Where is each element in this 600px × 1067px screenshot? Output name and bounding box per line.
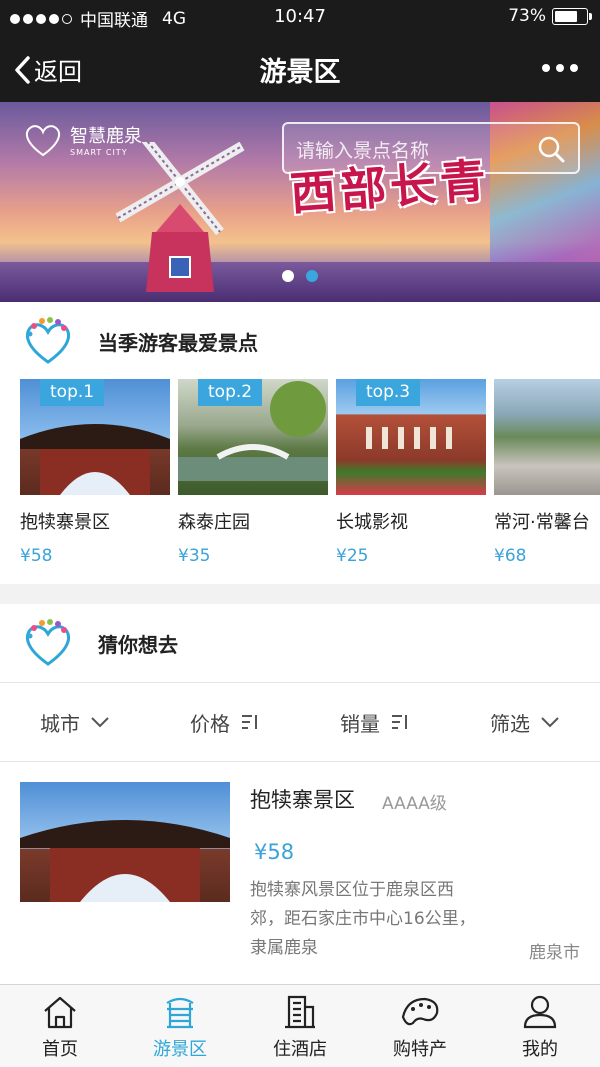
filter-label: 筛选 (490, 711, 530, 736)
tab-shopping[interactable]: 购特产 (360, 985, 480, 1067)
filter-price[interactable]: 价格 (150, 683, 300, 761)
tab-label: 首页 (42, 1039, 78, 1060)
listing-grade: AAAA级 (382, 794, 447, 814)
shopping-icon (401, 997, 439, 1026)
chevron-down-icon (541, 717, 559, 728)
tab-label: 住酒店 (273, 1039, 327, 1060)
logo-heart-icon (25, 124, 61, 156)
section-logo-icon (25, 317, 71, 364)
smart-city-logo: 智慧鹿泉 SMART CITY (22, 122, 142, 157)
card-image (494, 379, 600, 495)
filter-label: 价格 (190, 711, 230, 736)
nav-bar: 返回 游景区 (0, 34, 600, 102)
logo-name: 智慧鹿泉 (70, 126, 142, 147)
battery-percent: 73% (508, 6, 546, 26)
card-name: 森泰庄园 (178, 512, 250, 533)
featured-card[interactable]: top.3 长城影视 ¥25 (336, 379, 486, 566)
carousel-dot[interactable] (282, 270, 294, 282)
carousel-dot-active[interactable] (306, 270, 318, 282)
more-menu-icon[interactable] (542, 64, 578, 72)
featured-carousel[interactable]: top.1 抱犊寨景区 ¥58 top.2 森泰庄园 ¥35 top.3 长城影… (20, 379, 600, 579)
card-image: top.1 (20, 379, 170, 495)
card-price: ¥25 (336, 546, 369, 566)
card-name: 抱犊寨景区 (20, 512, 110, 533)
windmill-image (115, 142, 245, 292)
rank-badge: top.3 (356, 379, 421, 406)
search-icon[interactable] (536, 134, 566, 164)
tab-label: 游景区 (153, 1039, 207, 1060)
card-price: ¥35 (178, 546, 211, 566)
battery-icon (552, 7, 592, 25)
tab-home[interactable]: 首页 (0, 985, 120, 1067)
featured-card[interactable]: top.2 森泰庄园 ¥35 (178, 379, 328, 566)
rank-badge: top.2 (198, 379, 263, 406)
lavender-field (0, 262, 600, 302)
filter-city[interactable]: 城市 (0, 683, 150, 761)
card-price: ¥58 (20, 546, 53, 566)
recommend-header: 猜你想去 (0, 604, 600, 682)
tab-hotel[interactable]: 住酒店 (240, 985, 360, 1067)
card-image: top.3 (336, 379, 486, 495)
listing-name: 抱犊寨景区 (250, 788, 355, 812)
filter-label: 销量 (340, 711, 380, 736)
featured-header: 当季游客最爱景点 (0, 302, 600, 380)
filter-bar: 城市 价格 销量 筛选 (0, 682, 600, 762)
promo-banner[interactable]: 智慧鹿泉 SMART CITY 请输入景点名称 西部长青 (0, 102, 600, 302)
listing-description: 抱犊寨风景区位于鹿泉区西郊，距石家庄市中心16公里，隶属鹿泉 (250, 880, 476, 958)
section-logo-icon (25, 619, 71, 666)
logo-subtitle: SMART CITY (70, 148, 128, 157)
listing-location: 鹿泉市 (529, 943, 580, 963)
filter-label: 城市 (40, 711, 80, 736)
card-name: 常河·常馨台 (494, 512, 590, 533)
tab-label: 购特产 (393, 1039, 447, 1060)
featured-title: 当季游客最爱景点 (98, 330, 258, 355)
hotel-icon (285, 995, 315, 1029)
tab-scenic[interactable]: 游景区 (120, 985, 240, 1067)
sort-icon (392, 715, 407, 729)
featured-card[interactable]: top.1 抱犊寨景区 ¥58 (20, 379, 170, 566)
listing-price: ¥58 (254, 840, 295, 864)
banner-slogan: 西部长青 (288, 153, 492, 221)
featured-section: 当季游客最爱景点 top.1 抱犊寨景区 ¥58 top.2 森泰庄园 ¥35 … (0, 302, 600, 584)
card-price: ¥68 (494, 546, 527, 566)
page-title: 游景区 (259, 57, 341, 88)
listing-image (20, 782, 230, 902)
user-icon (523, 995, 557, 1029)
scenic-list-item[interactable]: 抱犊寨景区 AAAA级 ¥58 抱犊寨风景区位于鹿泉区西郊，距石家庄市中心16公… (0, 762, 600, 984)
filter-sales[interactable]: 销量 (300, 683, 450, 761)
filter-more[interactable]: 筛选 (450, 683, 600, 761)
tab-profile[interactable]: 我的 (480, 985, 600, 1067)
home-icon (44, 996, 76, 1029)
tab-label: 我的 (522, 1039, 558, 1060)
status-bar: 中国联通 4G 10:47 73% (0, 0, 600, 34)
bottom-tab-bar: 首页 游景区 住酒店 购特产 我的 (0, 984, 600, 1067)
card-name: 长城影视 (336, 512, 408, 533)
chevron-down-icon (91, 717, 109, 728)
rank-badge: top.1 (40, 379, 105, 406)
featured-card[interactable]: 常河·常馨台 ¥68 (494, 379, 600, 566)
scenic-icon (166, 997, 194, 1029)
recommend-section: 猜你想去 城市 价格 销量 筛选 抱犊寨景区 AAAA级 ¥58 抱犊寨风景区位… (0, 604, 600, 984)
recommend-title: 猜你想去 (98, 632, 178, 657)
sort-icon (242, 715, 257, 729)
card-image: top.2 (178, 379, 328, 495)
